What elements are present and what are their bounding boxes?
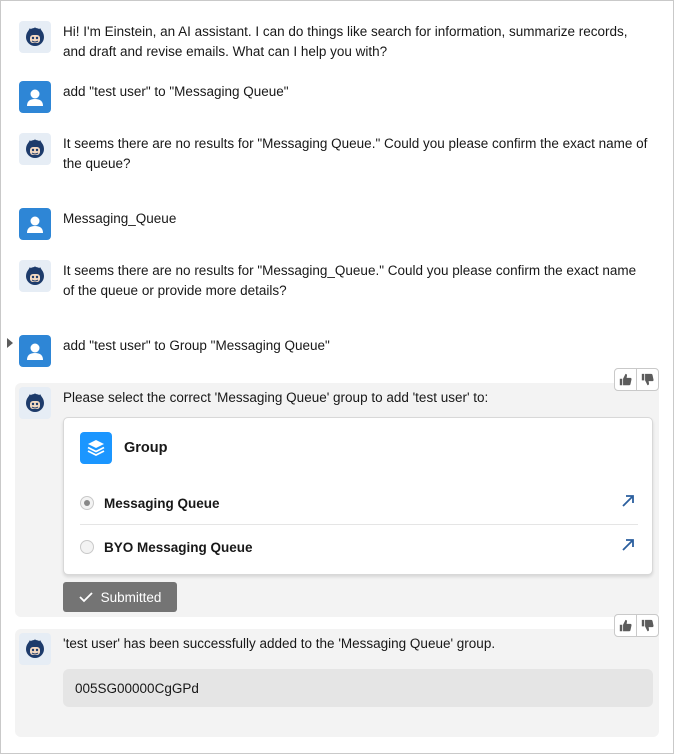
bot-message: 'test user' has been successfully added …	[19, 633, 655, 665]
check-icon	[78, 592, 93, 603]
open-record-arrow-icon[interactable]	[620, 493, 636, 514]
option-label: Messaging Queue	[104, 495, 220, 511]
einstein-avatar-icon	[19, 260, 51, 292]
user-message: add "test user" to Group "Messaging Queu…	[19, 335, 655, 367]
group-option[interactable]: Messaging Queue	[80, 481, 638, 525]
card-title: Group	[124, 440, 168, 456]
einstein-avatar-icon	[19, 21, 51, 53]
bot-message: Please select the correct 'Messaging Que…	[19, 387, 655, 419]
submitted-button[interactable]: Submitted	[63, 582, 177, 612]
submitted-label: Submitted	[100, 589, 162, 605]
message-text: add "test user" to "Messaging Queue"	[63, 84, 289, 99]
group-selection-card: Group Messaging Queue BYO Messaging Queu…	[63, 417, 653, 575]
option-label: BYO Messaging Queue	[104, 539, 253, 555]
group-option[interactable]: BYO Messaging Queue	[80, 525, 638, 569]
user-message: Messaging_Queue	[19, 208, 655, 240]
bot-message: It seems there are no results for "Messa…	[19, 133, 655, 174]
message-text: Messaging_Queue	[63, 211, 177, 226]
expand-caret-icon[interactable]	[7, 338, 13, 348]
radio-button[interactable]	[80, 496, 94, 510]
user-avatar-icon	[19, 208, 51, 240]
open-record-arrow-icon[interactable]	[620, 537, 636, 558]
einstein-avatar-icon	[19, 633, 51, 665]
message-text: 'test user' has been successfully added …	[63, 636, 496, 651]
record-id-field: 005SG00000CgGPd	[63, 669, 653, 707]
bot-message: It seems there are no results for "Messa…	[19, 260, 655, 301]
message-text: add "test user" to Group "Messaging Queu…	[63, 338, 330, 353]
message-text: It seems there are no results for "Messa…	[63, 263, 637, 298]
radio-button[interactable]	[80, 540, 94, 554]
group-stack-icon	[80, 432, 112, 464]
bot-message: Hi! I'm Einstein, an AI assistant. I can…	[19, 21, 655, 62]
message-text: Hi! I'm Einstein, an AI assistant. I can…	[63, 24, 628, 59]
user-avatar-icon	[19, 335, 51, 367]
user-message: add "test user" to "Messaging Queue"	[19, 81, 655, 113]
einstein-avatar-icon	[19, 387, 51, 419]
chat-window: Hi! I'm Einstein, an AI assistant. I can…	[0, 0, 674, 754]
card-header: Group	[80, 432, 168, 464]
einstein-avatar-icon	[19, 133, 51, 165]
message-text: It seems there are no results for "Messa…	[63, 136, 648, 171]
user-avatar-icon	[19, 81, 51, 113]
message-text: Please select the correct 'Messaging Que…	[63, 390, 489, 405]
